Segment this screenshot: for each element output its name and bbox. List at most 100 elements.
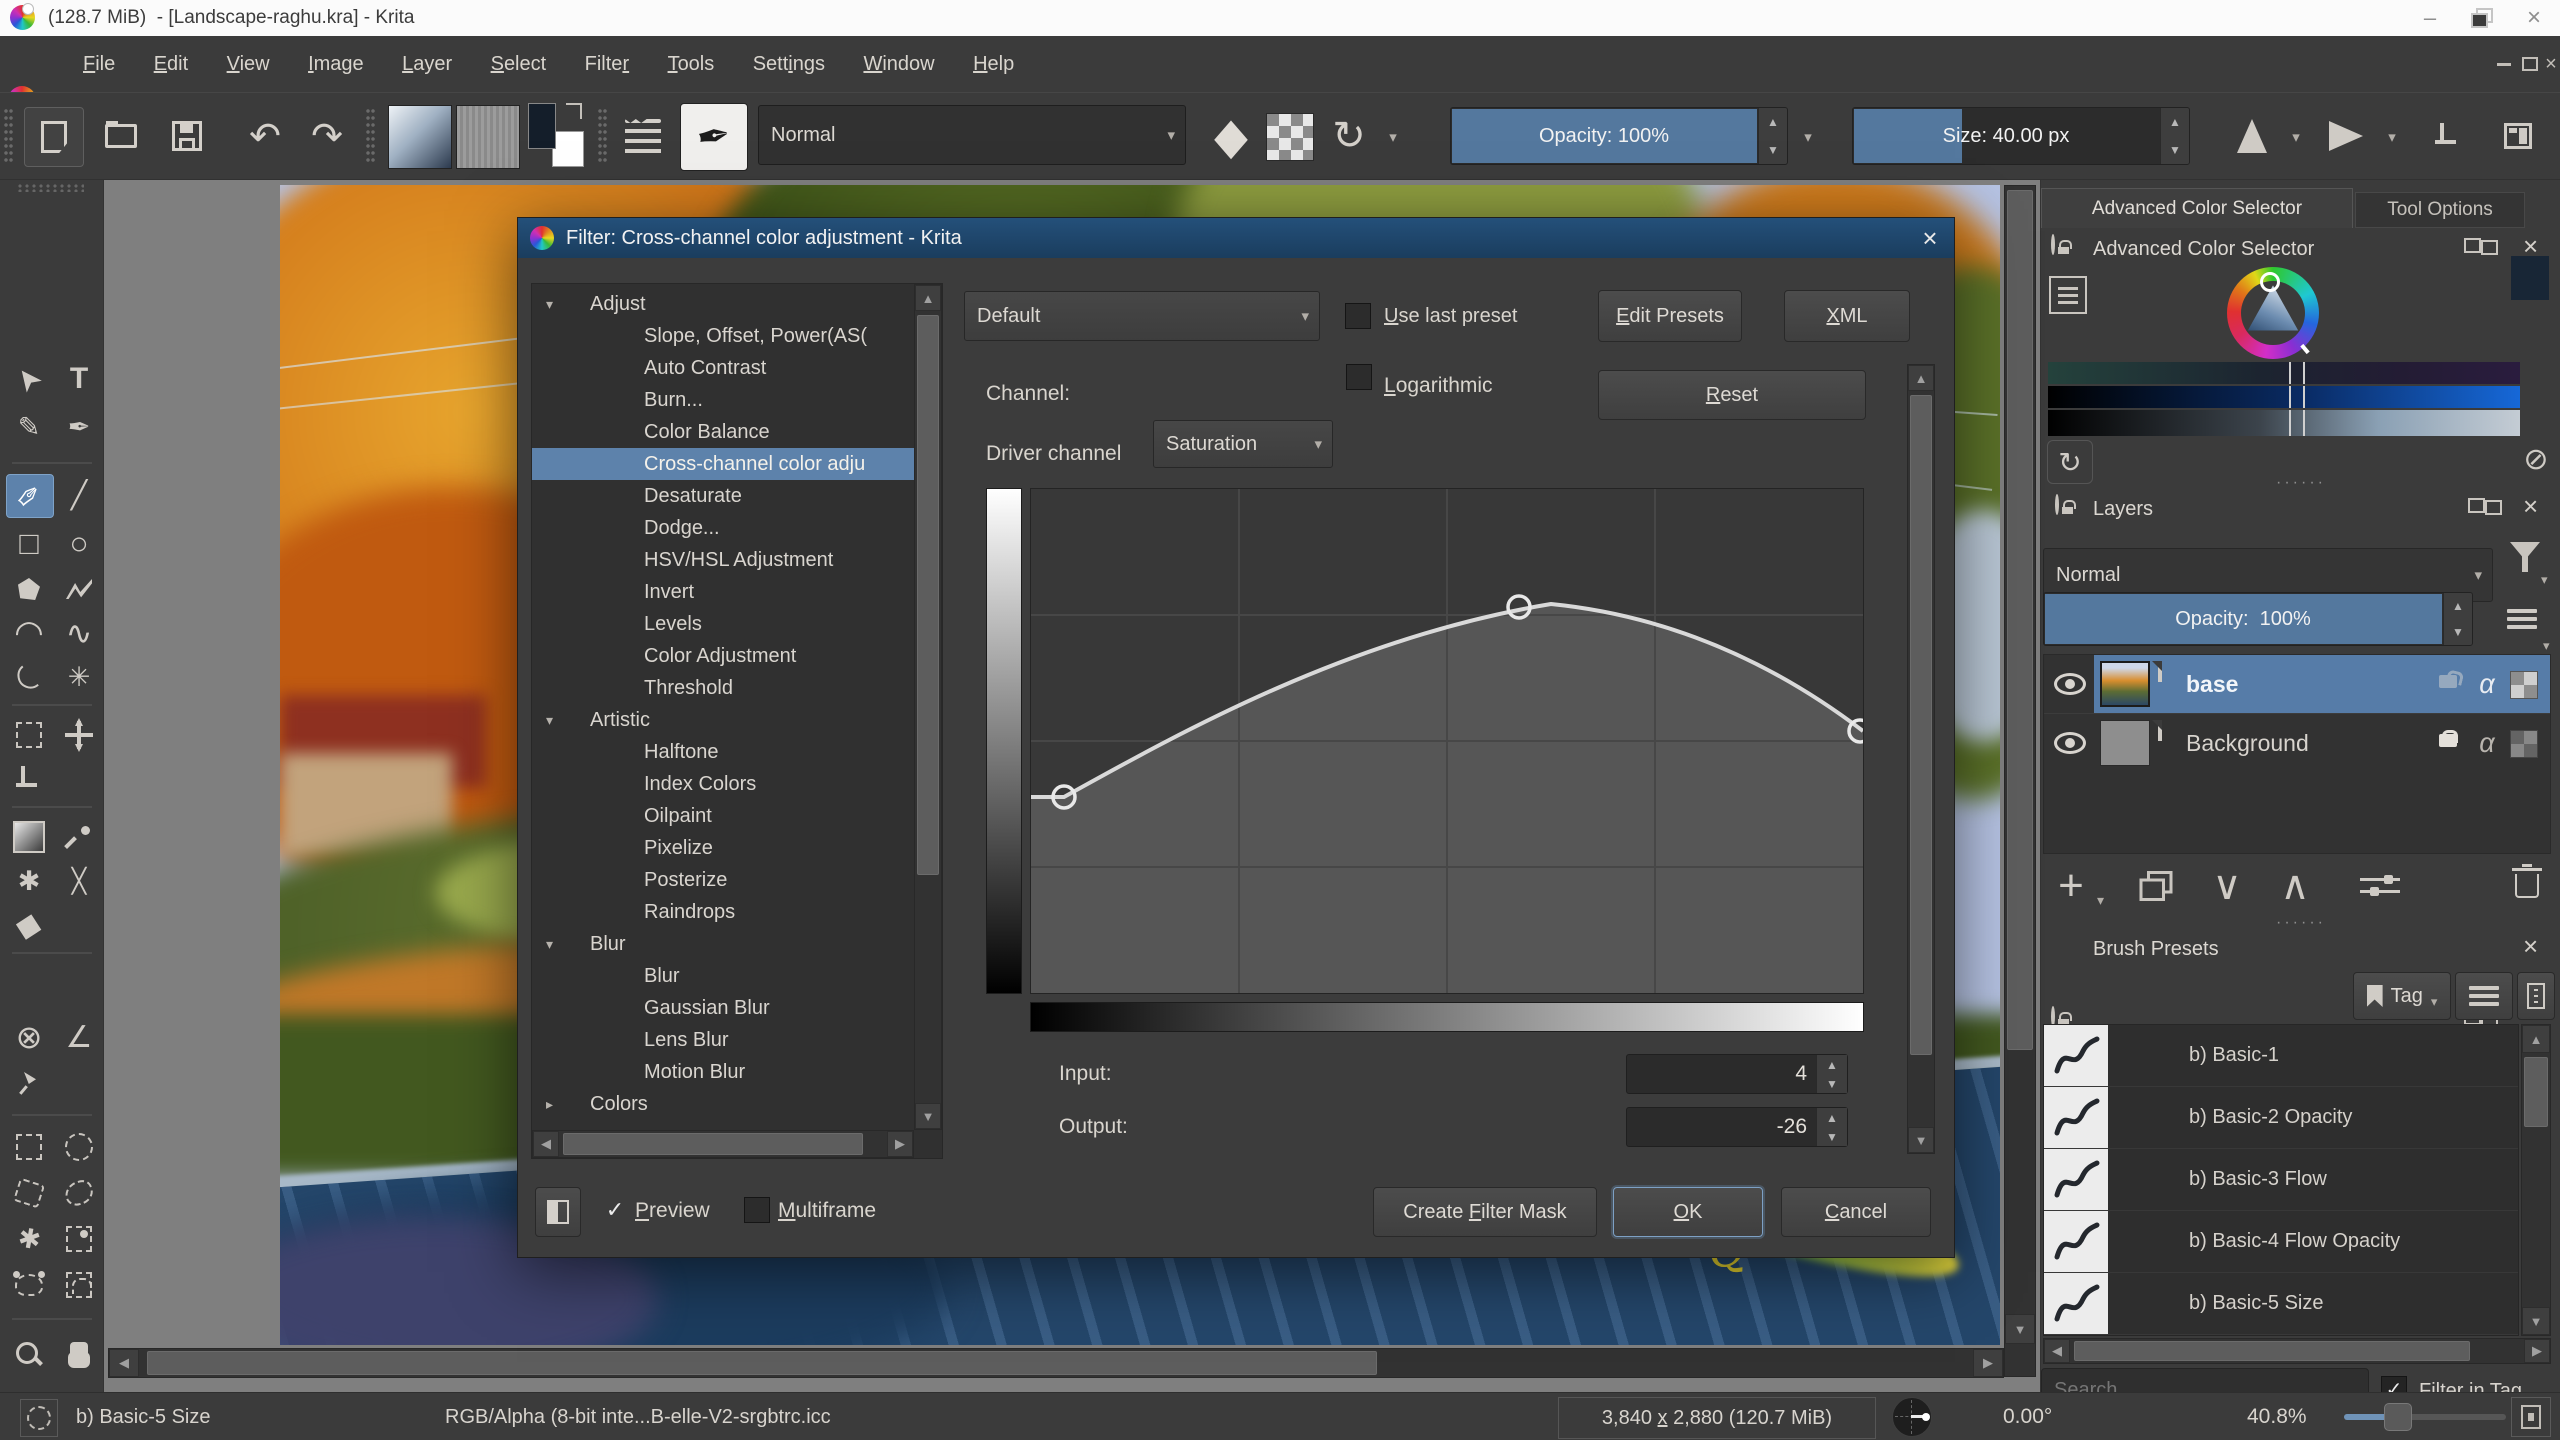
docker-drag-handle[interactable]: ······ [2221,476,2381,490]
tab-tool-options[interactable]: Tool Options [2355,192,2525,228]
spin-down-icon[interactable]: ▼ [2169,143,2181,157]
spin-up-icon[interactable]: ▲ [2452,599,2464,613]
filter-tree-row[interactable]: Threshold [532,672,914,704]
scroll-right-arrow[interactable]: ▶ [887,1131,913,1157]
pattern-swatch[interactable] [456,105,520,169]
menubar-item[interactable]: Select [474,36,564,92]
polygonal-selection-tool[interactable] [6,1172,52,1214]
enclose-and-fill-tool[interactable] [56,1218,102,1260]
reference-images-tool[interactable] [6,1062,52,1104]
foreground-color-swatch[interactable] [528,103,556,149]
filter-tree-row[interactable]: Burn... [532,384,914,416]
scroll-left-arrow[interactable]: ◀ [533,1131,559,1157]
acs-disable-icon[interactable]: ⊘ [2519,442,2553,476]
brush-option-slider-button[interactable] [614,107,672,165]
layer-visibility-toggle[interactable] [2050,728,2090,758]
pan-tool[interactable] [56,1334,102,1376]
scroll-left-arrow[interactable]: ◀ [2044,1339,2070,1363]
curve-editor[interactable] [1030,488,1864,994]
dialog-close-button[interactable]: × [1908,218,1952,258]
fill-tool[interactable]: ◆ [6,904,52,946]
menubar-item[interactable]: Help [956,36,1031,92]
filter-tree-row[interactable]: Lens Blur [532,1024,914,1056]
filter-tree-row[interactable]: Auto Contrast [532,352,914,384]
foreground-background-colors[interactable] [526,103,590,169]
scroll-left-arrow[interactable]: ◀ [109,1349,139,1377]
move-layer-down-button[interactable]: ∨ [2199,862,2255,910]
add-layer-button[interactable]: + [2049,862,2093,910]
scroll-down-arrow[interactable]: ▼ [1908,1127,1934,1153]
brush-preset-row[interactable]: b) Basic-1 [2044,1025,2518,1087]
tree-caret-icon[interactable]: ▾ [546,712,568,729]
mdi-close-button[interactable]: × [2542,50,2560,78]
toolbox-grip[interactable] [18,184,84,192]
ok-button[interactable]: OK [1613,1187,1763,1237]
vertical-mirror-dropdown[interactable]: ▾ [2380,119,2404,155]
xml-button[interactable]: XML [1784,290,1910,342]
freehand-brush-tool[interactable]: ✑ [6,474,54,518]
input-spin-buttons[interactable]: ▲▼ [1816,1055,1847,1093]
scroll-up-arrow[interactable]: ▲ [1908,365,1934,391]
filter-tree-row[interactable]: Slope, Offset, Power(AS( [532,320,914,352]
save-button[interactable] [158,107,216,165]
menubar-item[interactable]: View [210,36,287,92]
close-docker-icon[interactable]: × [2523,936,2538,956]
canvas-v-scrollbar[interactable]: ▼ [2004,185,2036,1377]
menubar-item[interactable]: Window [846,36,951,92]
mdi-restore-button[interactable] [2518,50,2542,78]
filter-tree-row[interactable]: Raindrops [532,896,914,928]
new-document-button[interactable] [24,107,84,167]
cancel-button[interactable]: Cancel [1781,1187,1931,1237]
freehand-path-tool[interactable]: ∿ [56,612,102,654]
triangle-selector-ring[interactable] [2260,272,2280,292]
docker-lock-icon[interactable] [2055,494,2059,515]
spin-up-icon[interactable]: ▲ [1826,1058,1838,1072]
scroll-up-arrow[interactable]: ▲ [2522,1025,2550,1053]
spin-down-icon[interactable]: ▼ [2452,625,2464,639]
status-image-dimensions[interactable]: 3,840 x 2,880 (120.7 MiB) [1558,1397,1876,1439]
tree-caret-icon[interactable]: ▾ [546,296,568,313]
scrollbar-thumb[interactable] [917,315,939,875]
filter-tree-row[interactable]: ▸ Colors [532,1088,914,1120]
filter-tree-row[interactable]: Oilpaint [532,800,914,832]
edit-brush-settings-button[interactable]: ✒ [680,103,748,171]
filter-tree-row[interactable]: HSV/HSL Adjustment [532,544,914,576]
brush-preset-row[interactable]: b) Basic-4 Flow Opacity [2044,1211,2518,1273]
gradient-tool[interactable] [6,816,52,858]
create-filter-mask-button[interactable]: Create Filter Mask [1373,1187,1597,1237]
filter-tree-row[interactable]: ▾ Adjust [532,288,914,320]
select-shapes-tool[interactable]: ➤ [6,358,52,400]
filter-tree-row[interactable]: Pixelize [532,832,914,864]
open-document-button[interactable] [92,107,150,165]
transform-tool[interactable] [6,714,52,756]
elliptical-selection-tool[interactable] [56,1126,102,1168]
menubar-item[interactable]: Image [291,36,381,92]
bezier-curve-tool[interactable]: ◠ [6,612,52,654]
scrollbar-thumb[interactable] [2007,190,2033,1050]
spin-up-icon[interactable]: ▲ [1767,115,1779,129]
reload-preset-button[interactable]: ↻ [1322,107,1376,165]
size-spin-buttons[interactable]: ▲▼ [2160,108,2189,164]
filter-tree-row[interactable]: Halftone [532,736,914,768]
layer-alpha-icon[interactable]: α [2472,667,2502,701]
menubar-item[interactable]: Tools [651,36,732,92]
layer-opacity-spin[interactable]: ▲▼ [2443,593,2472,645]
layer-filter-dropdown[interactable]: ▾ [2541,572,2548,588]
filter-tree-row[interactable]: Index Colors [532,768,914,800]
tree-caret-icon[interactable]: ▾ [546,936,568,953]
undo-button[interactable]: ↶ [236,107,294,165]
multiframe-checkbox[interactable] [744,1197,770,1223]
brush-size-slider[interactable]: Size: 40.00 px ▲▼ [1852,107,2190,165]
scrollbar-thumb[interactable] [2074,1341,2470,1361]
spin-down-icon[interactable]: ▼ [1826,1077,1838,1091]
maximize-button[interactable] [2456,0,2508,36]
ellipse-tool[interactable]: ○ [56,522,102,564]
logarithmic-label[interactable]: Logarithmic [1384,374,1493,398]
layer-inherit-alpha-icon[interactable] [2510,730,2538,758]
layer-row-background[interactable]: Background α [2044,713,2550,772]
filter-tree-row[interactable]: Posterize [532,864,914,896]
crop-tool[interactable] [6,758,52,800]
close-button[interactable]: × [2508,0,2560,36]
shade-strip-handle[interactable] [2289,386,2305,408]
brush-preset-row[interactable]: b) Basic-3 Flow [2044,1149,2518,1211]
